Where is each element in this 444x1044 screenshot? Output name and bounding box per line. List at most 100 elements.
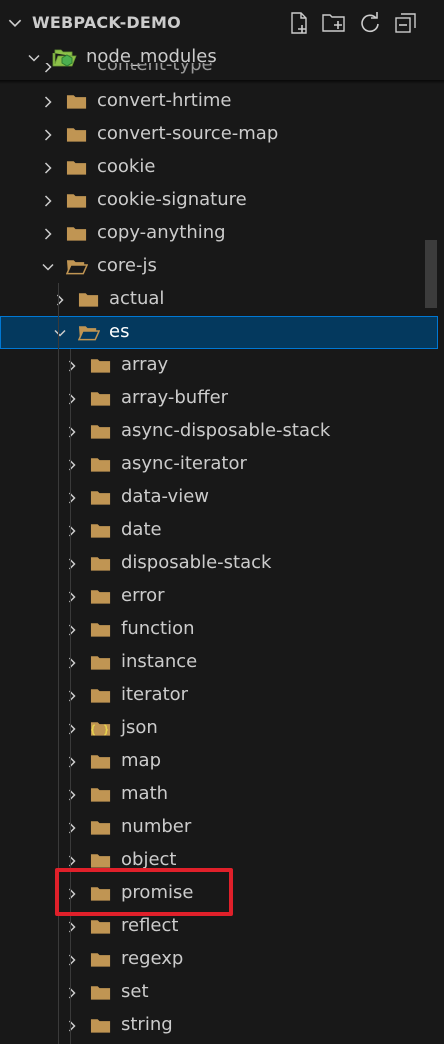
folder-icon — [90, 689, 111, 703]
folder-icon — [90, 359, 111, 373]
chevron-right-icon — [68, 492, 76, 504]
collapse-all-icon[interactable] — [393, 10, 419, 36]
folder-icon — [90, 1019, 111, 1033]
sticky-shadow — [0, 80, 444, 84]
chevron-right-icon — [44, 96, 52, 108]
promise-highlight-box — [55, 868, 233, 916]
tree-item-cookie[interactable]: cookie — [0, 151, 438, 184]
tree-item-regexp[interactable]: regexp — [0, 943, 438, 976]
folder-icon — [90, 788, 111, 802]
tree-item-async-iterator[interactable]: async-iterator — [0, 448, 438, 481]
chevron-down-icon — [42, 263, 54, 271]
tree-item-set[interactable]: set — [0, 976, 438, 1009]
chevron-right-icon — [68, 558, 76, 570]
tree-item-label: set — [121, 981, 149, 1002]
folder-icon — [90, 953, 111, 967]
tree-item-disposable-stack[interactable]: disposable-stack — [0, 547, 438, 580]
chevron-right-icon — [68, 426, 76, 438]
chevron-right-icon — [68, 855, 76, 867]
tree-item-partial[interactable]: content-type — [0, 63, 438, 81]
tree-item-label: json — [121, 717, 158, 738]
folder-open-icon — [78, 326, 100, 341]
chevron-right-icon — [68, 1020, 76, 1032]
folder-icon — [78, 293, 99, 307]
chevron-right-icon — [68, 690, 76, 702]
indent-guide — [58, 283, 59, 1044]
tree-item-convert-source-map[interactable]: convert-source-map — [0, 118, 438, 151]
json-folder-icon — [90, 722, 111, 736]
tree-item-map[interactable]: map — [0, 745, 438, 778]
folder-icon — [90, 656, 111, 670]
new-file-icon[interactable] — [286, 10, 312, 36]
tree-item-instance[interactable]: instance — [0, 646, 438, 679]
tree-item-data-view[interactable]: data-view — [0, 481, 438, 514]
explorer-header: WEBPACK-DEMO — [0, 0, 444, 46]
explorer-title[interactable]: WEBPACK-DEMO — [32, 13, 181, 32]
tree-item-label: iterator — [121, 684, 189, 705]
tree-item-label: content-type — [97, 63, 213, 75]
tree-item-label: cookie — [97, 156, 156, 177]
scrollbar-thumb[interactable] — [425, 240, 437, 308]
tree-item-label: core-js — [97, 255, 157, 276]
folder-icon — [90, 854, 111, 868]
chevron-right-icon — [68, 789, 76, 801]
tree-item-label: string — [121, 1014, 173, 1035]
refresh-icon[interactable] — [357, 10, 383, 36]
chevron-right-icon — [68, 921, 76, 933]
folder-open-icon — [66, 260, 88, 275]
tree-item-es[interactable]: es — [0, 316, 438, 349]
tree-item-label: array-buffer — [121, 387, 229, 408]
tree-item-json[interactable]: json — [0, 712, 438, 745]
tree-item-array[interactable]: array — [0, 349, 438, 382]
tree-item-convert-hrtime[interactable]: convert-hrtime — [0, 85, 438, 118]
chevron-right-icon — [56, 294, 64, 306]
tree-item-error[interactable]: error — [0, 580, 438, 613]
tree-item-number[interactable]: number — [0, 811, 438, 844]
chevron-right-icon — [44, 63, 52, 73]
folder-icon — [90, 491, 111, 505]
tree-item-math[interactable]: math — [0, 778, 438, 811]
tree-item-copy-anything[interactable]: copy-anything — [0, 217, 438, 250]
tree-item-label: date — [121, 519, 162, 540]
tree-item-label: convert-hrtime — [97, 90, 232, 111]
chevron-right-icon — [44, 129, 52, 141]
tree-item-cookie-signature[interactable]: cookie-signature — [0, 184, 438, 217]
chevron-right-icon — [68, 822, 76, 834]
tree-item-label: object — [121, 849, 177, 870]
tree-item-async-disposable-stack[interactable]: async-disposable-stack — [0, 415, 438, 448]
tree-item-function[interactable]: function — [0, 613, 438, 646]
folder-icon — [90, 755, 111, 769]
tree-item-label: array — [121, 354, 169, 375]
chevron-right-icon — [68, 723, 76, 735]
folder-icon — [90, 821, 111, 835]
tree-item-actual[interactable]: actual — [0, 283, 438, 316]
tree-item-label: math — [121, 783, 169, 804]
tree-item-label: data-view — [121, 486, 210, 507]
tree-item-label: error — [121, 585, 165, 606]
chevron-down-icon — [54, 329, 66, 337]
folder-icon — [90, 557, 111, 571]
folder-icon — [90, 425, 111, 439]
tree-item-core-js[interactable]: core-js — [0, 250, 438, 283]
indent-guide — [70, 349, 71, 1044]
tree-item-label: instance — [121, 651, 198, 672]
tree-item-string[interactable]: string — [0, 1009, 438, 1042]
chevron-down-icon[interactable] — [6, 14, 24, 32]
chevron-right-icon — [68, 624, 76, 636]
chevron-right-icon — [68, 987, 76, 999]
tree-item-label: async-disposable-stack — [121, 420, 331, 441]
tree-item-label: reflect — [121, 915, 179, 936]
folder-icon — [66, 194, 87, 208]
tree-item-label: regexp — [121, 948, 184, 969]
chevron-right-icon — [68, 591, 76, 603]
new-folder-icon[interactable] — [321, 10, 347, 36]
tree-item-date[interactable]: date — [0, 514, 438, 547]
folder-icon — [66, 128, 87, 142]
folder-icon — [66, 95, 87, 109]
folder-icon — [90, 524, 111, 538]
tree-item-label: number — [121, 816, 192, 837]
tree-item-array-buffer[interactable]: array-buffer — [0, 382, 438, 415]
chevron-right-icon — [68, 525, 76, 537]
chevron-right-icon — [68, 459, 76, 471]
tree-item-iterator[interactable]: iterator — [0, 679, 438, 712]
